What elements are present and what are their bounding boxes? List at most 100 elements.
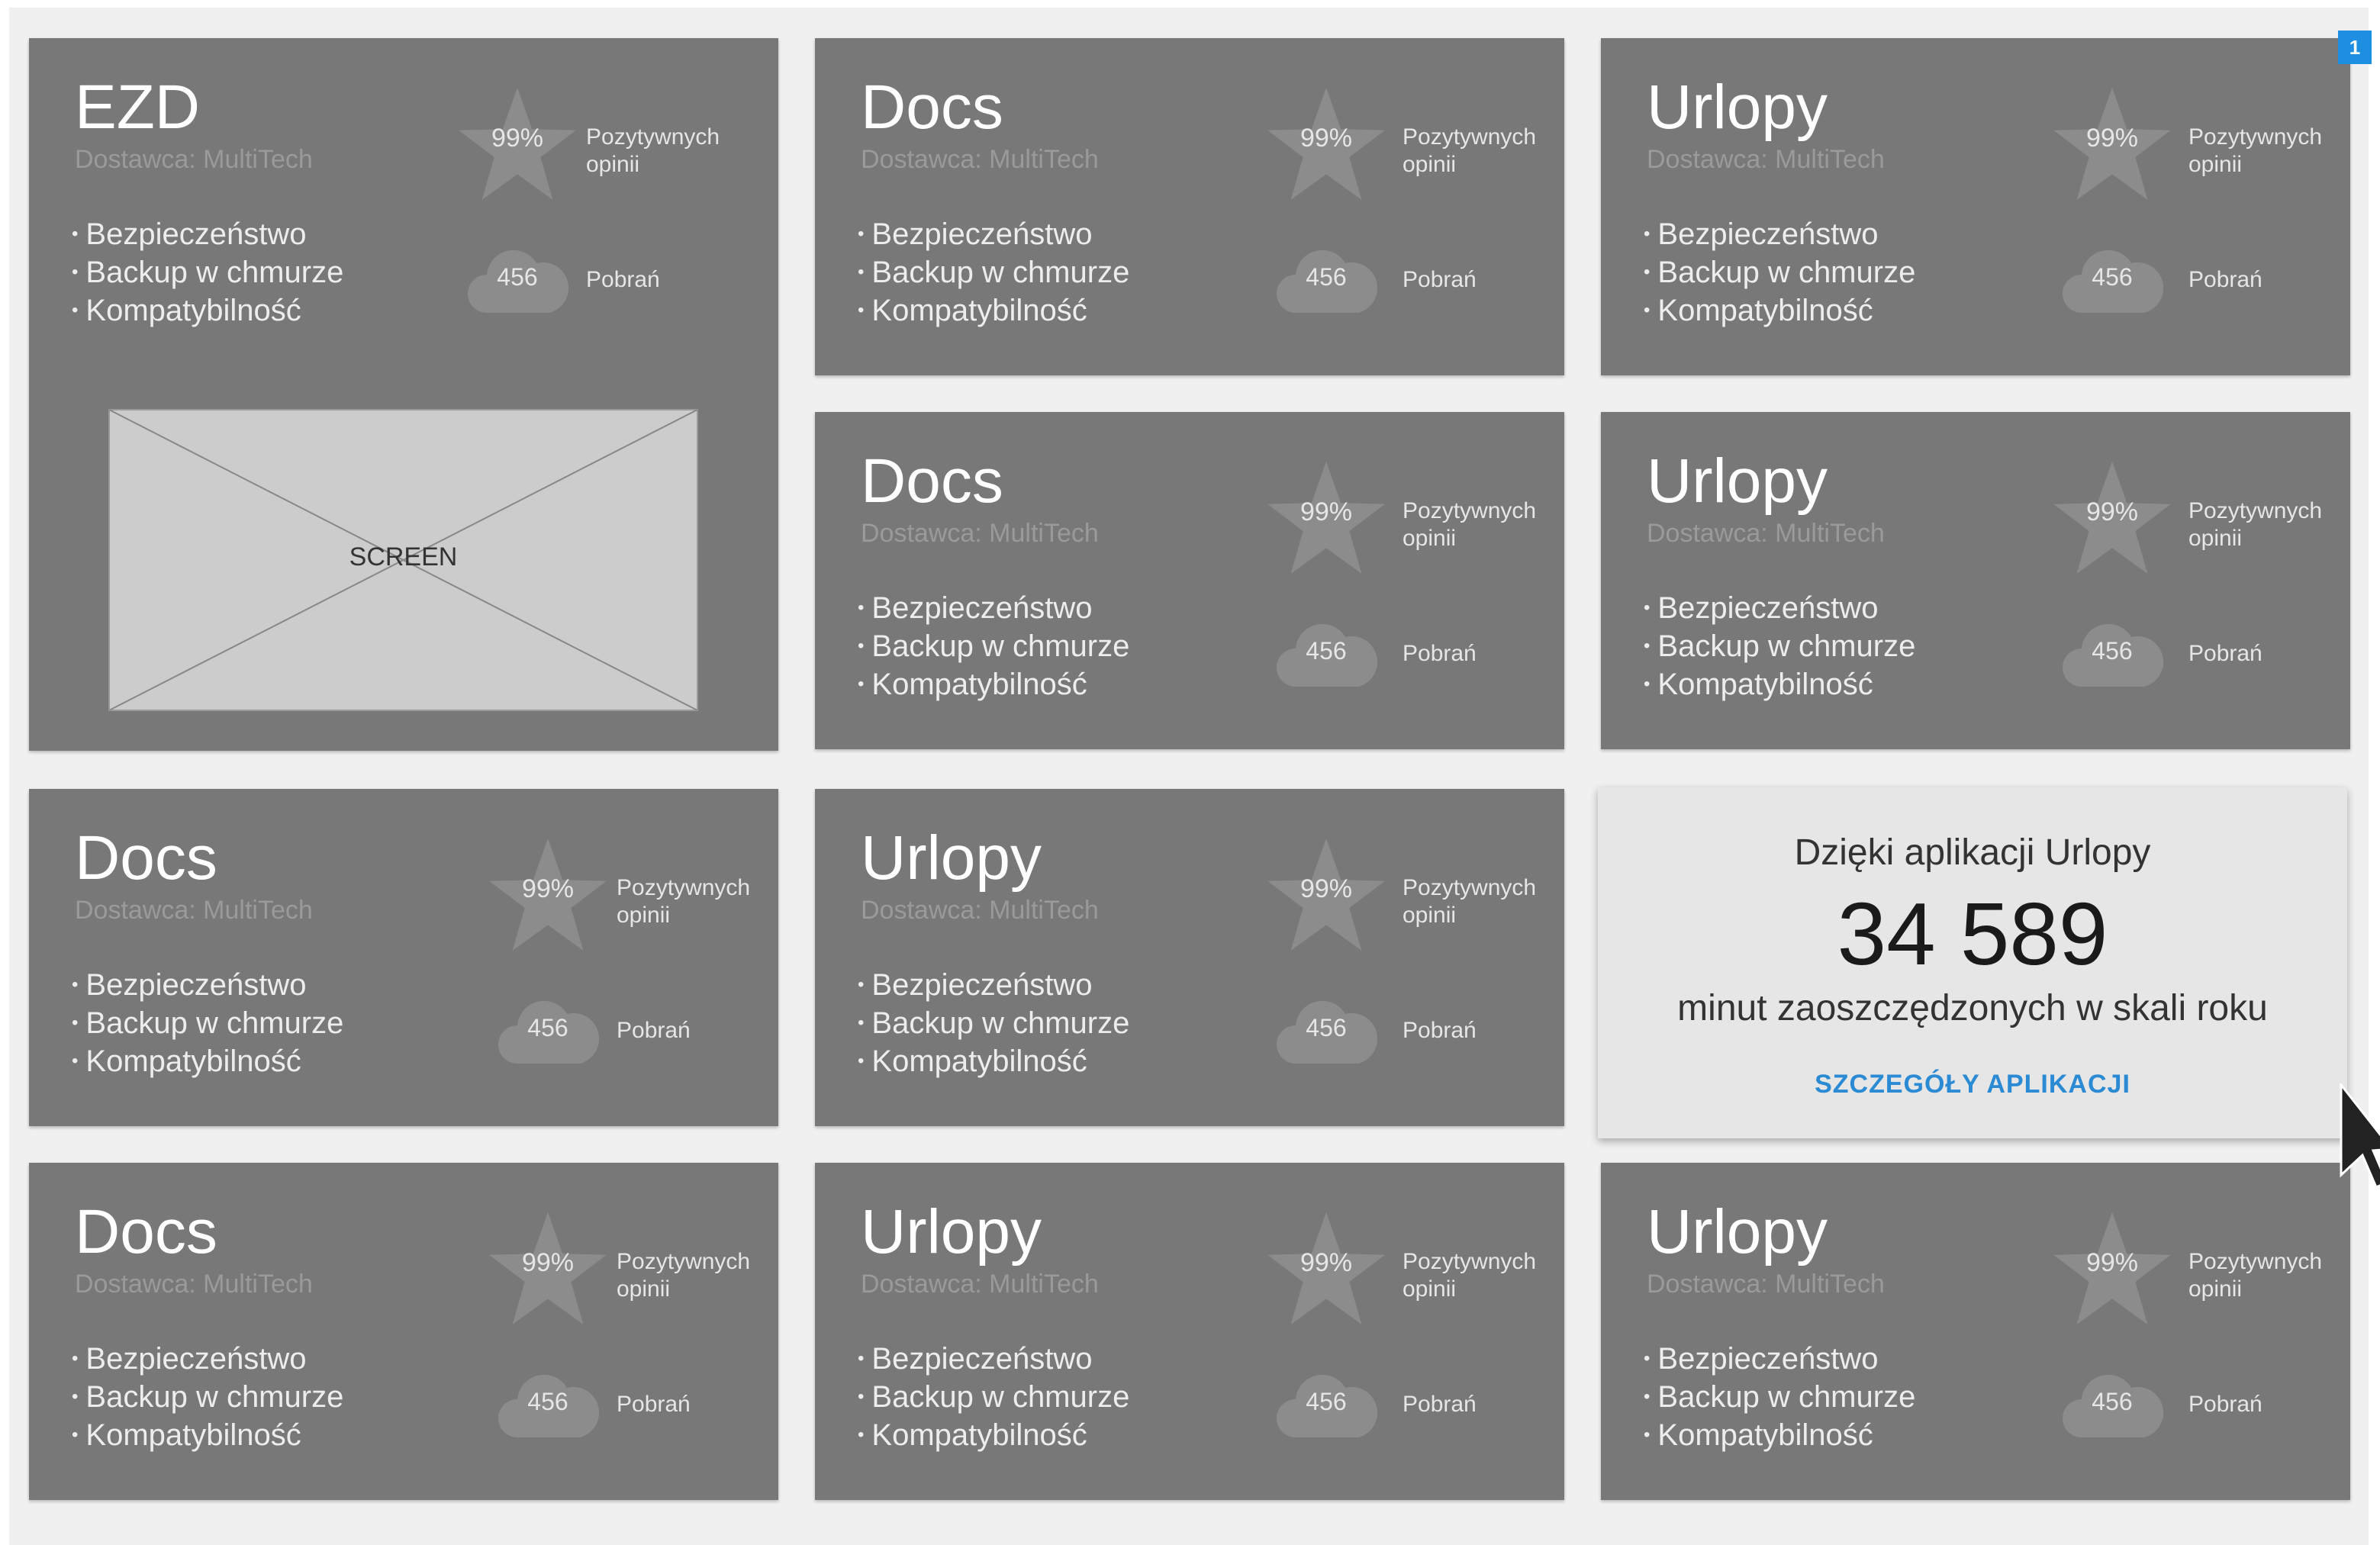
download-cloud-icon: 456	[464, 240, 571, 324]
app-card-urlopy[interactable]: Urlopy Dostawca: MultiTech Bezpieczeństw…	[1601, 1163, 2350, 1500]
rating-star-icon: 99%	[2051, 458, 2173, 580]
app-card-docs[interactable]: Docs Dostawca: MultiTech Bezpieczeństwo …	[815, 38, 1564, 375]
feature-item: Backup w chmurze	[1644, 253, 1915, 291]
download-cloud-icon: 456	[1273, 1365, 1380, 1449]
rating-star-icon: 99%	[1265, 84, 1387, 206]
feature-item: Backup w chmurze	[858, 627, 1129, 665]
rating-value: 99%	[2085, 124, 2139, 153]
feature-item: Backup w chmurze	[858, 1378, 1129, 1416]
download-cloud-icon: 456	[2059, 614, 2166, 698]
rating-label: Pozytywnych opinii	[617, 875, 751, 928]
feature-item: Backup w chmurze	[72, 253, 343, 291]
feature-item: Kompatybilność	[1644, 1416, 1915, 1454]
feature-item: Bezpieczeństwo	[72, 215, 343, 253]
downloads-label: Pobrań	[2188, 1392, 2262, 1417]
feature-item: Kompatybilność	[858, 1416, 1129, 1454]
app-card-docs[interactable]: Docs Dostawca: MultiTech Bezpieczeństwo …	[29, 789, 778, 1126]
feature-item: Kompatybilność	[858, 1042, 1129, 1080]
rating-label: Pozytywnych opinii	[1403, 498, 1537, 551]
rating-value: 99%	[2085, 497, 2139, 526]
downloads-value: 456	[2092, 637, 2133, 665]
downloads-label: Pobrań	[2188, 641, 2262, 666]
app-card-urlopy[interactable]: Urlopy Dostawca: MultiTech Bezpieczeństw…	[815, 1163, 1564, 1500]
app-vendor: Dostawca: MultiTech	[1647, 145, 1885, 174]
app-title: Urlopy	[1647, 446, 1828, 516]
app-vendor: Dostawca: MultiTech	[75, 1270, 313, 1299]
feature-list: Bezpieczeństwo Backup w chmurze Kompatyb…	[858, 589, 1129, 703]
app-vendor: Dostawca: MultiTech	[1647, 1270, 1885, 1299]
downloads-value: 456	[1306, 1388, 1347, 1415]
downloads-label: Pobrań	[2188, 267, 2262, 292]
app-vendor: Dostawca: MultiTech	[75, 145, 313, 174]
app-card-urlopy[interactable]: Urlopy Dostawca: MultiTech Bezpieczeństw…	[815, 789, 1564, 1126]
downloads-value: 456	[1306, 263, 1347, 291]
app-vendor: Dostawca: MultiTech	[861, 896, 1099, 925]
app-title: Docs	[861, 72, 1003, 142]
app-title: Docs	[75, 1197, 217, 1267]
app-vendor: Dostawca: MultiTech	[1647, 519, 1885, 548]
app-card-ezd[interactable]: EZD Dostawca: MultiTech Bezpieczeństwo B…	[29, 38, 778, 751]
download-cloud-icon: 456	[494, 1365, 601, 1449]
feature-item: Kompatybilność	[1644, 665, 1915, 703]
highlight-caption: minut zaoszczędzonych w skali roku	[1677, 988, 2268, 1028]
app-stats-highlight-card[interactable]: Dzięki aplikacji Urlopy 34 589 minut zao…	[1598, 787, 2347, 1138]
downloads-label: Pobrań	[1403, 1018, 1477, 1043]
rating-label: Pozytywnych opinii	[1403, 124, 1537, 177]
feature-item: Kompatybilność	[1644, 291, 1915, 330]
feature-list: Bezpieczeństwo Backup w chmurze Kompatyb…	[72, 966, 343, 1080]
feature-list: Bezpieczeństwo Backup w chmurze Kompatyb…	[1644, 589, 1915, 703]
rating-label: Pozytywnych opinii	[617, 1249, 751, 1302]
highlight-value: 34 589	[1837, 884, 2108, 983]
downloads-value: 456	[527, 1014, 568, 1041]
app-title: Urlopy	[1647, 72, 1828, 142]
rating-value: 99%	[1299, 497, 1353, 526]
app-card-urlopy[interactable]: Urlopy Dostawca: MultiTech Bezpieczeństw…	[1601, 412, 2350, 749]
downloads-label: Pobrań	[1403, 267, 1477, 292]
feature-item: Bezpieczeństwo	[858, 966, 1129, 1004]
rating-star-icon: 99%	[2051, 84, 2173, 206]
app-card-docs[interactable]: Docs Dostawca: MultiTech Bezpieczeństwo …	[815, 412, 1564, 749]
feature-item: Kompatybilność	[858, 291, 1129, 330]
download-cloud-icon: 456	[1273, 614, 1380, 698]
download-cloud-icon: 456	[1273, 240, 1380, 324]
rating-label: Pozytywnych opinii	[1403, 875, 1537, 928]
app-title: Urlopy	[1647, 1197, 1828, 1267]
rating-star-icon: 99%	[1265, 458, 1387, 580]
rating-star-icon: 99%	[1265, 835, 1387, 957]
feature-item: Backup w chmurze	[858, 1004, 1129, 1042]
screen-label: SCREEN	[349, 542, 458, 571]
rating-star-icon: 99%	[2051, 1209, 2173, 1331]
rating-star-icon: 99%	[487, 1209, 609, 1331]
feature-list: Bezpieczeństwo Backup w chmurze Kompatyb…	[858, 966, 1129, 1080]
rating-star-icon: 99%	[1265, 1209, 1387, 1331]
feature-item: Backup w chmurze	[858, 253, 1129, 291]
highlight-intro: Dzięki aplikacji Urlopy	[1794, 832, 2151, 873]
feature-list: Bezpieczeństwo Backup w chmurze Kompatyb…	[72, 215, 343, 330]
feature-item: Backup w chmurze	[1644, 1378, 1915, 1416]
app-details-link[interactable]: SZCZEGÓŁY APLIKACJI	[1598, 1070, 2347, 1099]
feature-item: Kompatybilność	[72, 1416, 343, 1454]
app-card-docs[interactable]: Docs Dostawca: MultiTech Bezpieczeństwo …	[29, 1163, 778, 1500]
feature-item: Kompatybilność	[858, 665, 1129, 703]
app-vendor: Dostawca: MultiTech	[75, 896, 313, 925]
feature-list: Bezpieczeństwo Backup w chmurze Kompatyb…	[1644, 1340, 1915, 1454]
app-card-urlopy[interactable]: Urlopy Dostawca: MultiTech Bezpieczeństw…	[1601, 38, 2350, 375]
feature-list: Bezpieczeństwo Backup w chmurze Kompatyb…	[1644, 215, 1915, 330]
download-cloud-icon: 456	[1273, 991, 1380, 1075]
download-cloud-icon: 456	[2059, 1365, 2166, 1449]
app-title: EZD	[75, 72, 200, 142]
rating-value: 99%	[2085, 1248, 2139, 1277]
feature-list: Bezpieczeństwo Backup w chmurze Kompatyb…	[858, 215, 1129, 330]
feature-item: Bezpieczeństwo	[1644, 215, 1915, 253]
feature-item: Bezpieczeństwo	[858, 1340, 1129, 1378]
rating-label: Pozytywnych opinii	[2188, 498, 2323, 551]
downloads-label: Pobrań	[617, 1018, 691, 1043]
feature-item: Backup w chmurze	[1644, 627, 1915, 665]
downloads-value: 456	[527, 1388, 568, 1415]
rating-label: Pozytywnych opinii	[2188, 124, 2323, 177]
downloads-label: Pobrań	[617, 1392, 691, 1417]
app-title: Urlopy	[861, 823, 1042, 893]
page-number-badge: 1	[2338, 31, 2372, 64]
downloads-label: Pobrań	[586, 267, 660, 292]
rating-value: 99%	[1299, 874, 1353, 903]
